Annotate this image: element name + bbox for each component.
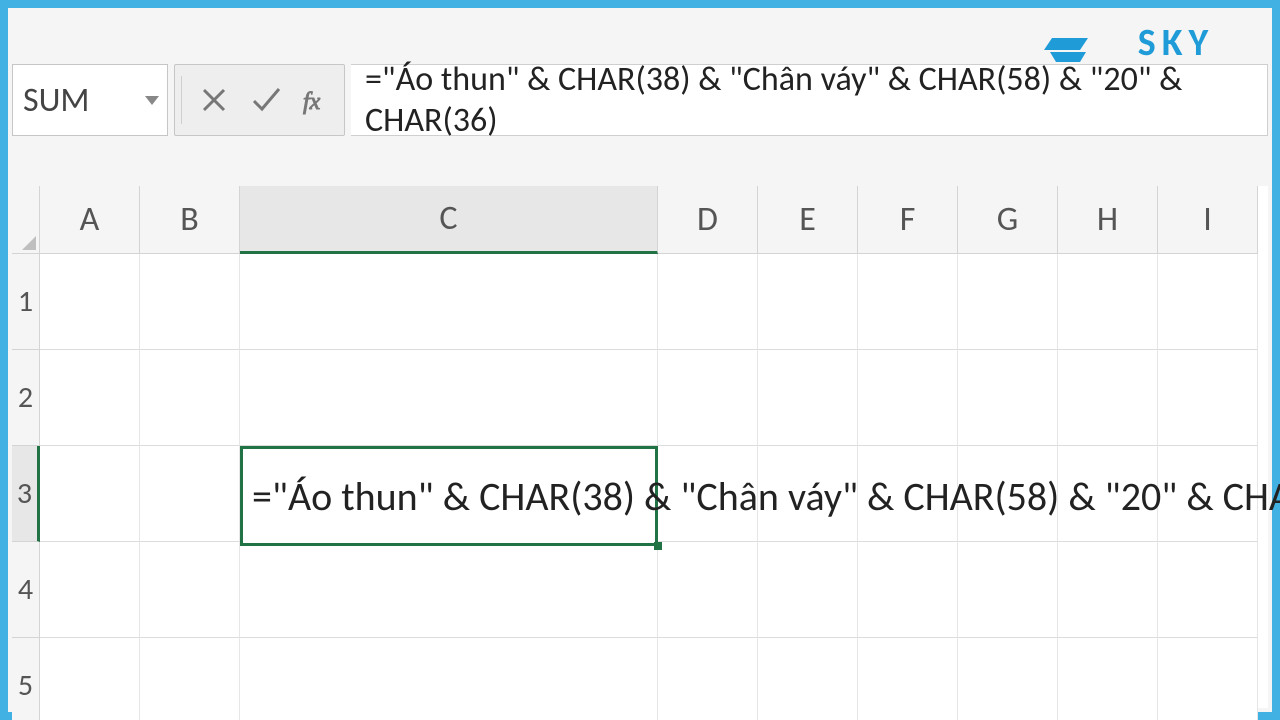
row-header-5[interactable]: 5 <box>12 638 40 720</box>
cell-A2[interactable] <box>40 350 140 446</box>
enter-button[interactable] <box>240 66 292 134</box>
excel-app: SKY COMPUTER SUM <box>8 8 1272 712</box>
row-header-3[interactable]: 3 <box>12 446 40 542</box>
cell-H2[interactable] <box>1058 350 1158 446</box>
cell-H1[interactable] <box>1058 254 1158 350</box>
row-5: 5 <box>12 638 1268 720</box>
cancel-button[interactable] <box>188 66 240 134</box>
app-frame: SKY COMPUTER SUM <box>0 0 1280 720</box>
cell-D4[interactable] <box>658 542 758 638</box>
cell-G2[interactable] <box>958 350 1058 446</box>
cell-D5[interactable] <box>658 638 758 720</box>
cell-I5[interactable] <box>1158 638 1258 720</box>
cell-A5[interactable] <box>40 638 140 720</box>
name-box[interactable]: SUM <box>12 64 168 136</box>
cell-edit-text: ="Áo thun" & CHAR(38) & "Chân váy" & CHA… <box>252 472 1280 521</box>
column-header-I[interactable]: I <box>1158 186 1258 254</box>
column-header-A[interactable]: A <box>40 186 140 254</box>
column-header-B[interactable]: B <box>140 186 240 254</box>
row-header-1[interactable]: 1 <box>12 254 40 350</box>
name-box-value: SUM <box>23 80 90 121</box>
cell-C2[interactable] <box>240 350 658 446</box>
cell-C1[interactable] <box>240 254 658 350</box>
cell-A1[interactable] <box>40 254 140 350</box>
cell-F1[interactable] <box>858 254 958 350</box>
column-header-H[interactable]: H <box>1058 186 1158 254</box>
formula-input[interactable]: ="Áo thun" & CHAR(38) & "Chân váy" & CHA… <box>351 64 1268 136</box>
insert-function-button[interactable]: fx <box>292 66 344 134</box>
cell-I2[interactable] <box>1158 350 1258 446</box>
cell-H5[interactable] <box>1058 638 1158 720</box>
cell-C4[interactable] <box>240 542 658 638</box>
cell-G1[interactable] <box>958 254 1058 350</box>
cell-F4[interactable] <box>858 542 958 638</box>
row-4: 4 <box>12 542 1268 638</box>
cell-E2[interactable] <box>758 350 858 446</box>
cell-F5[interactable] <box>858 638 958 720</box>
row-1: 1 <box>12 254 1268 350</box>
column-header-F[interactable]: F <box>858 186 958 254</box>
column-header-C[interactable]: C <box>240 186 658 254</box>
formula-text: ="Áo thun" & CHAR(38) & "Chân váy" & CHA… <box>365 59 1253 141</box>
divider <box>181 76 182 124</box>
cell-C5[interactable] <box>240 638 658 720</box>
cell-A3[interactable] <box>40 446 140 542</box>
cell-B4[interactable] <box>140 542 240 638</box>
cell-D2[interactable] <box>658 350 758 446</box>
column-headers: A B C D E F G H I <box>12 186 1268 254</box>
fx-icon: fx <box>301 83 335 117</box>
cell-E1[interactable] <box>758 254 858 350</box>
cell-B2[interactable] <box>140 350 240 446</box>
column-header-E[interactable]: E <box>758 186 858 254</box>
row-header-2[interactable]: 2 <box>12 350 40 446</box>
cell-A4[interactable] <box>40 542 140 638</box>
cell-B1[interactable] <box>140 254 240 350</box>
cell-B5[interactable] <box>140 638 240 720</box>
formula-buttons: fx <box>174 64 345 136</box>
logo-top: SKY <box>1138 24 1214 62</box>
cell-G5[interactable] <box>958 638 1058 720</box>
check-icon <box>249 83 283 117</box>
column-header-D[interactable]: D <box>658 186 758 254</box>
select-all-corner[interactable] <box>12 186 40 254</box>
row-2: 2 <box>12 350 1268 446</box>
cell-G4[interactable] <box>958 542 1058 638</box>
dropdown-icon[interactable] <box>143 91 161 109</box>
cell-I1[interactable] <box>1158 254 1258 350</box>
cell-edit-overlay[interactable]: ="Áo thun" & CHAR(38) & "Chân váy" & CHA… <box>244 448 1280 544</box>
x-icon <box>199 85 229 115</box>
column-header-G[interactable]: G <box>958 186 1058 254</box>
spreadsheet-grid[interactable]: A B C D E F G H I 1 <box>12 186 1268 708</box>
cell-F2[interactable] <box>858 350 958 446</box>
svg-text:fx: fx <box>303 89 321 115</box>
cell-E4[interactable] <box>758 542 858 638</box>
cell-B3[interactable] <box>140 446 240 542</box>
formula-bar: SUM <box>12 62 1268 138</box>
cell-H4[interactable] <box>1058 542 1158 638</box>
cell-D1[interactable] <box>658 254 758 350</box>
cell-E5[interactable] <box>758 638 858 720</box>
cell-I4[interactable] <box>1158 542 1258 638</box>
row-header-4[interactable]: 4 <box>12 542 40 638</box>
